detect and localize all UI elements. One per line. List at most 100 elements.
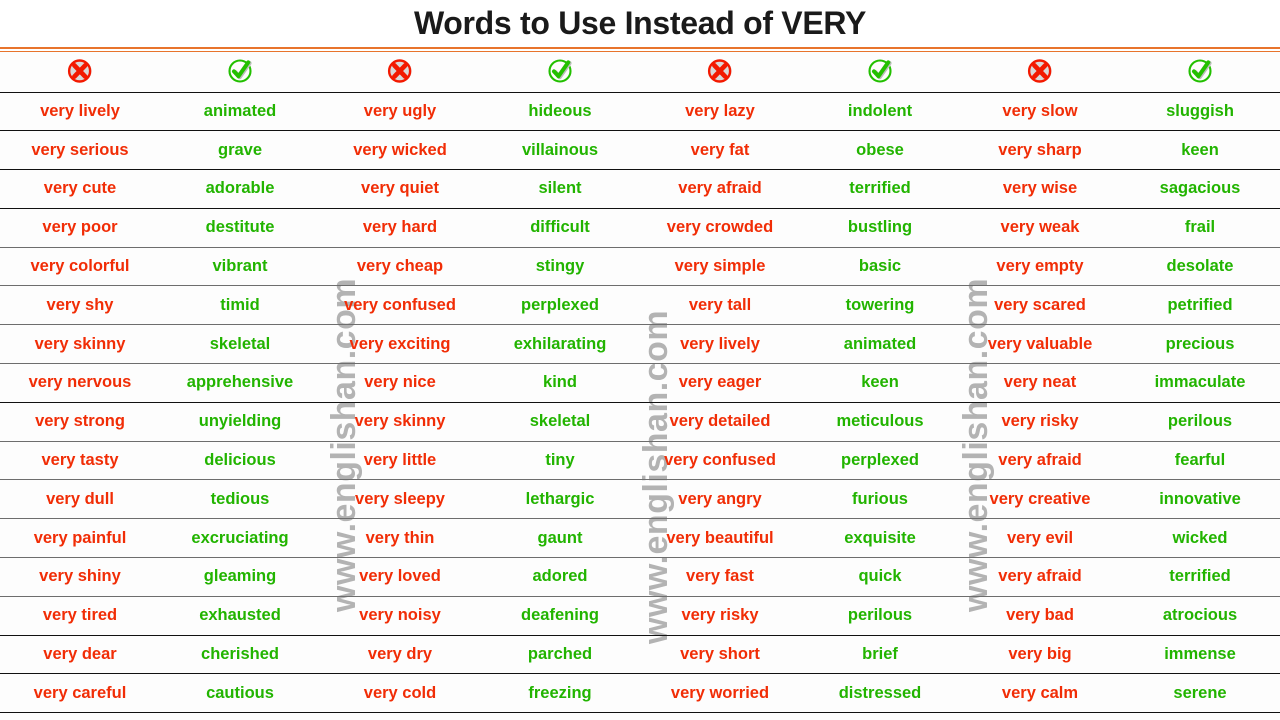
very-phrase-text: very little <box>363 451 437 470</box>
very-phrase-text: very fat <box>690 140 750 159</box>
synonym-cell: perplexed <box>480 285 640 326</box>
very-phrase-cell: very dry <box>320 635 480 675</box>
very-phrase-text: very nice <box>364 373 436 392</box>
synonym-text: distressed <box>838 683 922 702</box>
very-phrase-text: very calm <box>1001 683 1079 702</box>
synonym-cell: meticulous <box>800 402 960 442</box>
very-phrase-cell: very little <box>320 441 480 481</box>
very-phrase-cell: very tasty <box>0 441 160 481</box>
very-phrase-text: very poor <box>42 218 118 237</box>
very-phrase-text: very painful <box>33 528 127 547</box>
very-phrase-cell: very careful <box>0 673 160 714</box>
table-row: very tired exhausted very noisy deafening ve… <box>0 596 1280 636</box>
very-phrase-cell: very cold <box>320 673 480 714</box>
very-phrase-text: very cheap <box>356 257 444 276</box>
table-row: very strong unyielding very skinny skeletal… <box>0 402 1280 442</box>
synonym-cell: immense <box>1120 635 1280 675</box>
very-phrase-cell: very evil <box>960 518 1120 559</box>
very-phrase-text: very skinny <box>34 334 126 353</box>
very-phrase-cell: very risky <box>640 596 800 636</box>
very-phrase-text: very big <box>1008 645 1072 664</box>
synonym-cell: petrified <box>1120 285 1280 326</box>
very-phrase-cell: very creative <box>960 479 1120 520</box>
very-phrase-text: very sharp <box>998 140 1082 159</box>
very-phrase-text: very confused <box>664 451 776 470</box>
very-phrase-cell: very big <box>960 635 1120 675</box>
synonym-text: exquisite <box>844 528 916 547</box>
very-phrase-cell: very hard <box>320 208 480 248</box>
very-phrase-cell: very shy <box>0 285 160 326</box>
very-phrase-cell: very cute <box>0 169 160 209</box>
synonym-cell: destitute <box>160 208 320 248</box>
synonym-text: towering <box>845 295 915 314</box>
table-row: very colorful vibrant very cheap stingy very… <box>0 247 1280 287</box>
very-phrase-text: very cold <box>363 683 437 702</box>
very-phrase-text: very beautiful <box>666 528 774 547</box>
synonym-cell: parched <box>480 635 640 675</box>
header-cell-4 <box>640 52 800 93</box>
very-phrase-cell: very lively <box>0 92 160 132</box>
synonym-text: sluggish <box>1166 101 1234 120</box>
synonym-text: perplexed <box>521 295 599 314</box>
very-phrase-cell: very shiny <box>0 557 160 597</box>
very-phrase-text: very tired <box>42 606 118 625</box>
very-phrase-text: very afraid <box>998 451 1082 470</box>
synonym-cell: difficult <box>480 208 640 248</box>
synonym-text: silent <box>538 179 582 198</box>
very-phrase-cell: very simple <box>640 247 800 287</box>
synonym-cell: grave <box>160 130 320 171</box>
synonym-text: keen <box>861 373 899 392</box>
very-phrase-text: very hard <box>362 218 438 237</box>
table-row: very shiny gleaming very loved adored very f… <box>0 557 1280 597</box>
table-row: very poor destitute very hard difficult very… <box>0 208 1280 248</box>
very-phrase-cell: very sharp <box>960 130 1120 171</box>
very-phrase-cell: very skinny <box>320 402 480 442</box>
synonym-cell: obese <box>800 130 960 171</box>
very-phrase-text: very creative <box>989 489 1091 508</box>
synonym-cell: fearful <box>1120 441 1280 481</box>
very-phrase-text: very lively <box>680 334 760 353</box>
synonym-cell: perilous <box>1120 402 1280 442</box>
synonym-cell: lethargic <box>480 479 640 520</box>
synonym-text: serene <box>1173 683 1227 702</box>
synonym-text: wicked <box>1172 528 1228 547</box>
synonym-text: keen <box>1181 140 1219 159</box>
synonym-cell: timid <box>160 285 320 326</box>
very-phrase-cell: very afraid <box>640 169 800 209</box>
synonym-cell: brief <box>800 635 960 675</box>
synonym-cell: frail <box>1120 208 1280 248</box>
very-phrase-cell: very nervous <box>0 363 160 403</box>
very-phrase-cell: very worried <box>640 673 800 714</box>
very-phrase-cell: very calm <box>960 673 1120 714</box>
very-phrase-cell: very wicked <box>320 130 480 171</box>
synonym-cell: tiny <box>480 441 640 481</box>
very-phrase-text: very neat <box>1003 373 1077 392</box>
header-cell-1 <box>160 52 320 93</box>
very-phrase-cell: very tired <box>0 596 160 636</box>
synonym-cell: villainous <box>480 130 640 171</box>
very-phrase-cell: very nice <box>320 363 480 403</box>
check-icon <box>225 56 255 86</box>
synonym-cell: distressed <box>800 673 960 714</box>
synonym-cell: exhilarating <box>480 324 640 365</box>
very-phrase-text: very bad <box>1006 606 1074 625</box>
very-phrase-cell: very scared <box>960 285 1120 326</box>
very-phrase-text: very scared <box>994 295 1086 314</box>
very-phrase-text: very lazy <box>685 101 755 120</box>
very-phrase-cell: very beautiful <box>640 518 800 559</box>
very-phrase-text: very serious <box>31 140 129 159</box>
synonym-cell: gleaming <box>160 557 320 597</box>
word-table: very lively animated very ugly hideous very … <box>0 52 1280 714</box>
synonym-cell: delicious <box>160 441 320 481</box>
synonym-cell: kind <box>480 363 640 403</box>
very-phrase-text: very loved <box>359 567 441 586</box>
very-phrase-cell: very short <box>640 635 800 675</box>
very-phrase-cell: very afraid <box>960 441 1120 481</box>
header-cell-0 <box>0 52 160 93</box>
very-phrase-text: very wicked <box>353 140 447 159</box>
synonym-cell: innovative <box>1120 479 1280 520</box>
synonym-text: stingy <box>535 257 585 276</box>
very-phrase-text: very short <box>680 645 760 664</box>
very-phrase-text: very slow <box>1002 101 1078 120</box>
synonym-text: kind <box>543 373 577 392</box>
